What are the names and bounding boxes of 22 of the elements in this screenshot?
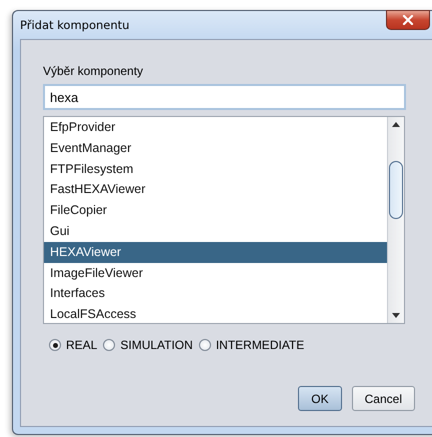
- list-item[interactable]: ImageFileViewer: [44, 262, 387, 284]
- search-field[interactable]: hexa: [43, 84, 406, 110]
- cancel-button[interactable]: Cancel: [352, 386, 415, 411]
- list-item[interactable]: HEXAViewer: [44, 242, 387, 263]
- close-button[interactable]: [386, 10, 430, 30]
- ok-button[interactable]: OK: [298, 386, 342, 411]
- list-item[interactable]: EfpProvider: [44, 117, 387, 138]
- window-title: Přidat komponentu: [20, 18, 130, 32]
- scrollbar[interactable]: [387, 117, 404, 323]
- scroll-thumb[interactable]: [389, 161, 403, 219]
- mode-radio[interactable]: REAL: [49, 338, 102, 352]
- field-label: Výběr komponenty: [43, 64, 144, 78]
- list-item[interactable]: LocalFSAccess: [44, 304, 387, 323]
- mode-radio[interactable]: INTERMEDIATE: [198, 338, 308, 352]
- mode-radio[interactable]: SIMULATION: [103, 338, 197, 352]
- list-item[interactable]: Interfaces: [44, 283, 387, 304]
- list-item[interactable]: FileCopier: [44, 200, 387, 221]
- list-item[interactable]: Gui: [44, 220, 387, 242]
- list-item[interactable]: FTPFilesystem: [44, 158, 387, 180]
- close-icon: [402, 15, 414, 25]
- list-item[interactable]: EventManager: [44, 138, 387, 159]
- list-item[interactable]: FastHEXAViewer: [44, 179, 387, 200]
